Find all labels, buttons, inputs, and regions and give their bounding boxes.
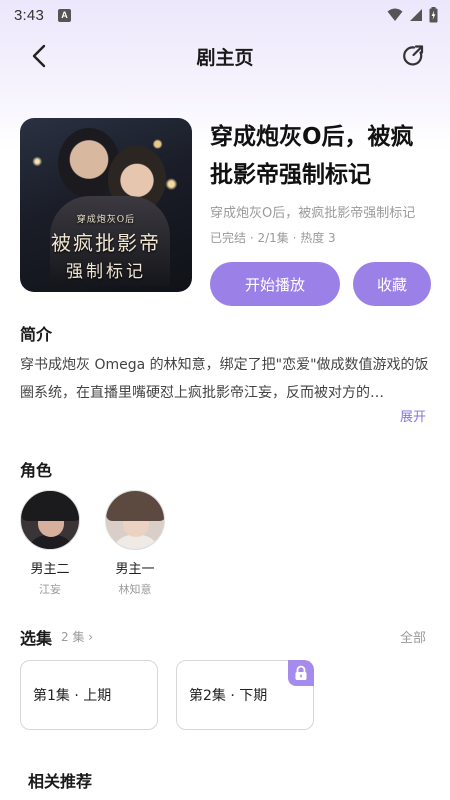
roles-heading: 角色 xyxy=(20,461,53,480)
role-card[interactable]: 男主二 江妄 xyxy=(19,490,81,597)
favorite-button[interactable]: 收藏 xyxy=(353,262,431,306)
role-actor: 江妄 xyxy=(39,583,61,596)
intro-text: 穿书成炮灰 Omega 的林知意，绑定了把"恋爱"做成数值游戏的饭圈系统，在直播… xyxy=(20,357,429,401)
episode-card[interactable]: 第2集 · 下期 xyxy=(176,660,314,730)
episodes-heading: 选集 xyxy=(20,629,53,648)
drama-info: 穿成炮灰O后，被疯批影帝强制标记 穿成炮灰O后，被疯批影帝强制标记 已完结 · … xyxy=(210,118,432,306)
expand-link[interactable]: 展开 xyxy=(400,406,426,425)
cover-text-big: 被疯批影帝 xyxy=(51,231,161,255)
wifi-icon xyxy=(387,8,403,21)
episode-label: 第2集 · 下期 xyxy=(189,688,268,704)
drama-subtitle: 穿成炮灰O后，被疯批影帝强制标记 xyxy=(210,206,416,221)
page-title: 剧主页 xyxy=(196,46,254,69)
role-card[interactable]: 男主一 林知意 xyxy=(104,490,166,597)
play-button[interactable]: 开始播放 xyxy=(210,262,340,306)
episode-label: 第1集 · 上期 xyxy=(33,688,112,704)
lock-badge xyxy=(288,660,314,686)
signal-icon xyxy=(410,9,422,21)
status-icons xyxy=(387,7,438,23)
related-heading: 相关推荐 xyxy=(28,772,93,791)
status-bar: 3:43 A xyxy=(0,0,450,30)
action-buttons: 开始播放 收藏 xyxy=(210,262,432,306)
cover-title-art: 穿成炮灰O后 被疯批影帝 强制标记 xyxy=(20,212,192,282)
drama-title: 穿成炮灰O后，被疯批影帝强制标记 xyxy=(210,124,414,188)
drama-hero: 穿成炮灰O后 被疯批影帝 强制标记 穿成炮灰O后，被疯批影帝强制标记 穿成炮灰O… xyxy=(20,118,432,308)
all-episodes-link[interactable]: 全部 xyxy=(400,627,426,646)
cover-text-mid: 强制标记 xyxy=(66,262,146,282)
notification-icon: A xyxy=(58,8,71,22)
drama-cover-image[interactable]: 穿成炮灰O后 被疯批影帝 强制标记 xyxy=(20,118,192,292)
cover-text-small: 穿成炮灰O后 xyxy=(76,215,136,225)
avatar xyxy=(20,490,80,550)
role-name: 男主一 xyxy=(115,562,155,577)
lock-icon xyxy=(295,665,307,680)
role-actor: 林知意 xyxy=(118,583,152,596)
battery-icon xyxy=(429,7,438,23)
back-icon[interactable] xyxy=(26,42,54,70)
avatar xyxy=(105,490,165,550)
drama-meta: 已完结 · 2/1集 · 热度 3 xyxy=(210,231,336,245)
status-time: 3:43 xyxy=(14,6,44,24)
intro-heading: 简介 xyxy=(20,325,53,344)
share-icon[interactable] xyxy=(400,42,428,70)
episode-count-link[interactable]: 2 集 › xyxy=(61,628,93,645)
header: 剧主页 xyxy=(0,30,450,82)
role-name: 男主二 xyxy=(30,562,70,577)
episode-card[interactable]: 第1集 · 上期 xyxy=(20,660,158,730)
